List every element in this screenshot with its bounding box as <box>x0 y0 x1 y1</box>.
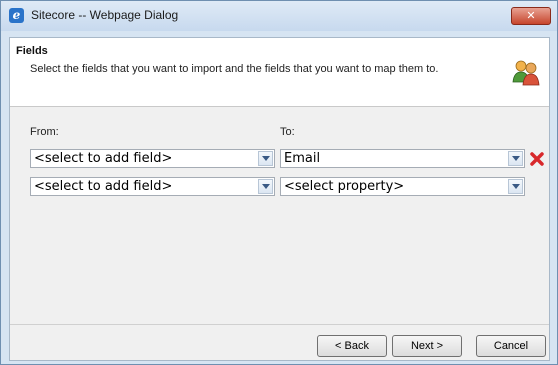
from-label: From: <box>30 126 59 138</box>
from-field-select-2[interactable]: <select to add field> <box>30 177 275 196</box>
chevron-down-icon[interactable] <box>508 151 523 166</box>
next-button[interactable]: Next > <box>392 335 462 357</box>
chevron-down-icon[interactable] <box>258 179 273 194</box>
page-title: Fields <box>16 45 48 57</box>
remove-mapping-icon[interactable] <box>530 152 544 166</box>
title-bar[interactable]: e Sitecore -- Webpage Dialog ✕ <box>1 1 557 31</box>
chevron-down-icon[interactable] <box>258 151 273 166</box>
chevron-down-icon[interactable] <box>508 179 523 194</box>
page-description: Select the fields that you want to impor… <box>30 63 439 75</box>
from-field-select-1[interactable]: <select to add field> <box>30 149 275 168</box>
back-button[interactable]: < Back <box>317 335 387 357</box>
from-field-value-1: <select to add field> <box>34 151 173 166</box>
to-label: To: <box>280 126 295 138</box>
dialog-body: Fields Select the fields that you want t… <box>9 37 550 361</box>
cancel-button[interactable]: Cancel <box>476 335 546 357</box>
to-property-value-1: Email <box>284 151 321 166</box>
internet-explorer-icon: e <box>9 8 24 23</box>
to-property-value-2: <select property> <box>284 179 405 194</box>
to-property-select-2[interactable]: <select property> <box>280 177 525 196</box>
to-property-select-1[interactable]: Email <box>280 149 525 168</box>
page-header: Fields Select the fields that you want t… <box>10 38 549 107</box>
dialog-window: e Sitecore -- Webpage Dialog ✕ Fields Se… <box>0 0 558 365</box>
window-title: Sitecore -- Webpage Dialog <box>31 8 179 22</box>
from-field-value-2: <select to add field> <box>34 179 173 194</box>
button-bar: < Back Next > Cancel <box>10 324 549 361</box>
users-icon <box>512 60 540 86</box>
close-button[interactable]: ✕ <box>511 7 551 25</box>
